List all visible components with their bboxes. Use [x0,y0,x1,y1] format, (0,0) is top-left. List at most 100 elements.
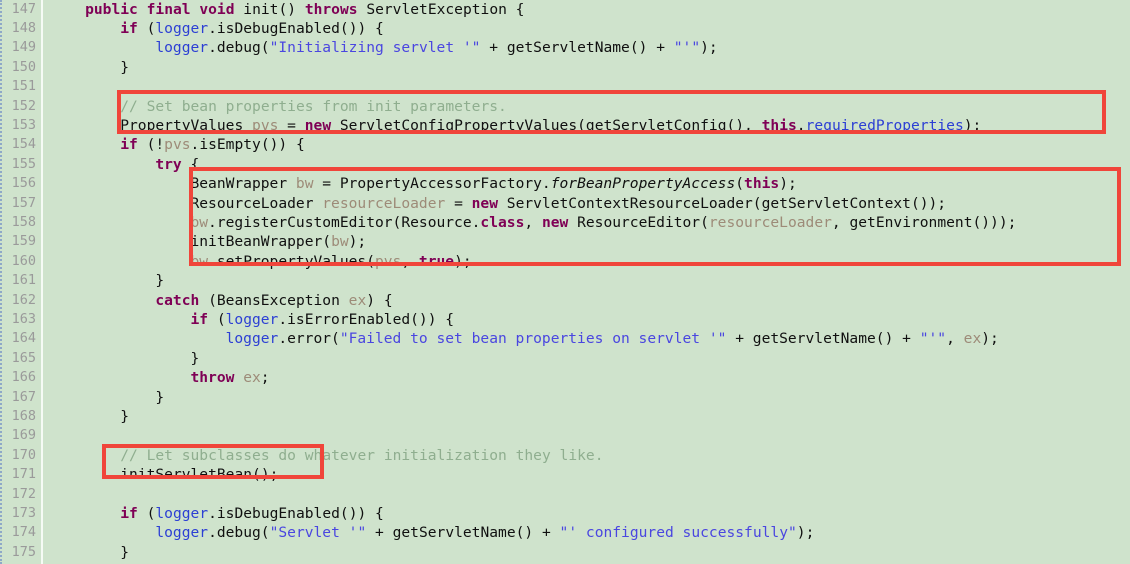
code-token: "' configured successfully" [559,524,797,542]
code-token: this [744,175,780,193]
code-token: } [155,272,165,290]
code-token: ServletConfigPropertyValues(getServletCo… [331,116,762,134]
code-token: logger [225,310,279,328]
code-line[interactable]: public final void init() throws ServletE… [85,0,524,19]
code-token: forBeanPropertyAccess [550,175,736,193]
code-token: ); [348,233,367,251]
code-token: .debug( [208,524,270,542]
code-token: , [401,252,419,270]
code-token: bw [295,175,314,193]
line-number-gutter: 147 148 149 150 151 152 153 154 155 156 157 158 159 1… [0,0,41,564]
code-token: ex [963,330,982,348]
line-number: 148 [11,19,36,36]
code-token: logger [155,19,209,37]
code-line[interactable]: // Set bean properties from init paramet… [120,97,507,116]
code-token: = [445,194,472,212]
code-line[interactable]: // Let subclasses do whatever initializa… [120,446,603,465]
line-number: 173 [11,504,36,521]
code-line[interactable]: throw ex; [190,368,269,387]
code-token: + getServletName() + [366,524,560,542]
code-line[interactable]: } [120,58,129,77]
code-token: void [199,0,235,18]
code-token: logger [155,524,209,542]
code-token: requiredProperties [805,116,964,134]
code-token: public [85,0,138,18]
code-token: . [796,116,806,134]
code-token: try [155,155,182,173]
line-number: 157 [11,194,36,211]
code-line[interactable]: } [120,407,129,426]
code-line[interactable]: } [120,543,129,562]
code-token: ResourceLoader [190,194,323,212]
code-line[interactable]: try { [155,155,199,174]
code-token: ResourceEditor( [568,213,709,231]
code-token: ServletContextResourceLoader(getServletC… [498,194,947,212]
line-number: 150 [11,58,36,75]
code-token: } [120,407,130,425]
line-number: 149 [11,39,36,56]
code-line[interactable]: BeanWrapper bw = PropertyAccessorFactory… [190,174,796,193]
code-token: = [278,116,305,134]
line-number: 154 [11,136,36,153]
line-number: 166 [11,369,36,386]
code-token: .isDebugEnabled()) { [208,19,384,37]
code-line[interactable]: } [190,349,199,368]
code-token: logger [155,39,209,57]
code-token: new [304,116,332,134]
code-line[interactable]: if (logger.isErrorEnabled()) { [190,310,454,329]
line-number: 159 [11,233,36,250]
code-line[interactable]: logger.debug("Initializing servlet '" + … [155,38,717,57]
line-number: 151 [11,78,36,95]
code-token: (! [137,136,165,154]
code-line[interactable]: } [155,388,164,407]
code-token: .debug( [208,39,270,57]
code-token: } [190,349,200,367]
code-token: } [120,58,130,76]
code-token: throw [190,369,235,387]
code-token: "Servlet '" [269,524,367,542]
code-token: if [120,504,138,522]
code-line[interactable]: PropertyValues pvs = new ServletConfigPr… [120,116,981,135]
code-line[interactable]: } [155,271,164,290]
code-token: .error( [278,330,340,348]
code-token: .isErrorEnabled()) { [278,310,455,328]
gutter-separator-line [41,0,43,564]
line-number: 155 [11,155,36,172]
code-editor-viewport: 147 148 149 150 151 152 153 154 155 156 157 158 159 1… [0,0,1130,564]
code-token: .setPropertyValues( [208,252,375,270]
line-number: 175 [11,543,36,560]
code-token: .registerCustomEditor(Resource. [208,213,481,231]
code-line[interactable]: logger.debug("Servlet '" + getServletNam… [155,523,814,542]
code-line[interactable]: logger.error("Failed to set bean propert… [226,329,999,348]
code-line[interactable]: bw.registerCustomEditor(Resource.class , … [190,213,1016,232]
code-line[interactable]: if (logger.isDebugEnabled()) { [120,504,384,523]
code-token: ServletException { [357,0,525,18]
code-token: ); [981,330,999,348]
code-line[interactable]: if (logger.isDebugEnabled()) { [120,19,384,38]
code-token: bw [331,233,349,251]
code-line[interactable]: catch (BeansException ex) { [155,291,392,310]
line-number: 147 [11,0,36,17]
code-line[interactable]: initBeanWrapper(bw); [190,232,366,251]
code-line[interactable]: initServletBean(); [120,465,278,484]
code-token: resourceLoader [322,194,446,212]
code-token: ); [700,39,718,57]
line-number: 160 [11,252,36,269]
code-token: ; [260,369,270,387]
code-line[interactable]: ResourceLoader resourceLoader = new Serv… [190,194,946,213]
code-token: + getServletName() + [480,39,674,57]
line-number: 165 [11,349,36,366]
code-token: "Initializing servlet '" [269,39,481,57]
code-token: logger [225,330,279,348]
line-number: 163 [11,310,36,327]
code-token: ); [796,524,815,542]
code-token: } [155,388,165,406]
code-token: { [181,155,200,173]
code-line[interactable]: bw.setPropertyValues(pvs, true); [190,252,471,271]
code-token: "'" [919,330,947,348]
code-token: initBeanWrapper( [190,233,332,251]
code-token: , [946,330,964,348]
code-line[interactable]: if (!pvs.isEmpty()) { [120,135,305,154]
code-token: new [471,194,498,212]
